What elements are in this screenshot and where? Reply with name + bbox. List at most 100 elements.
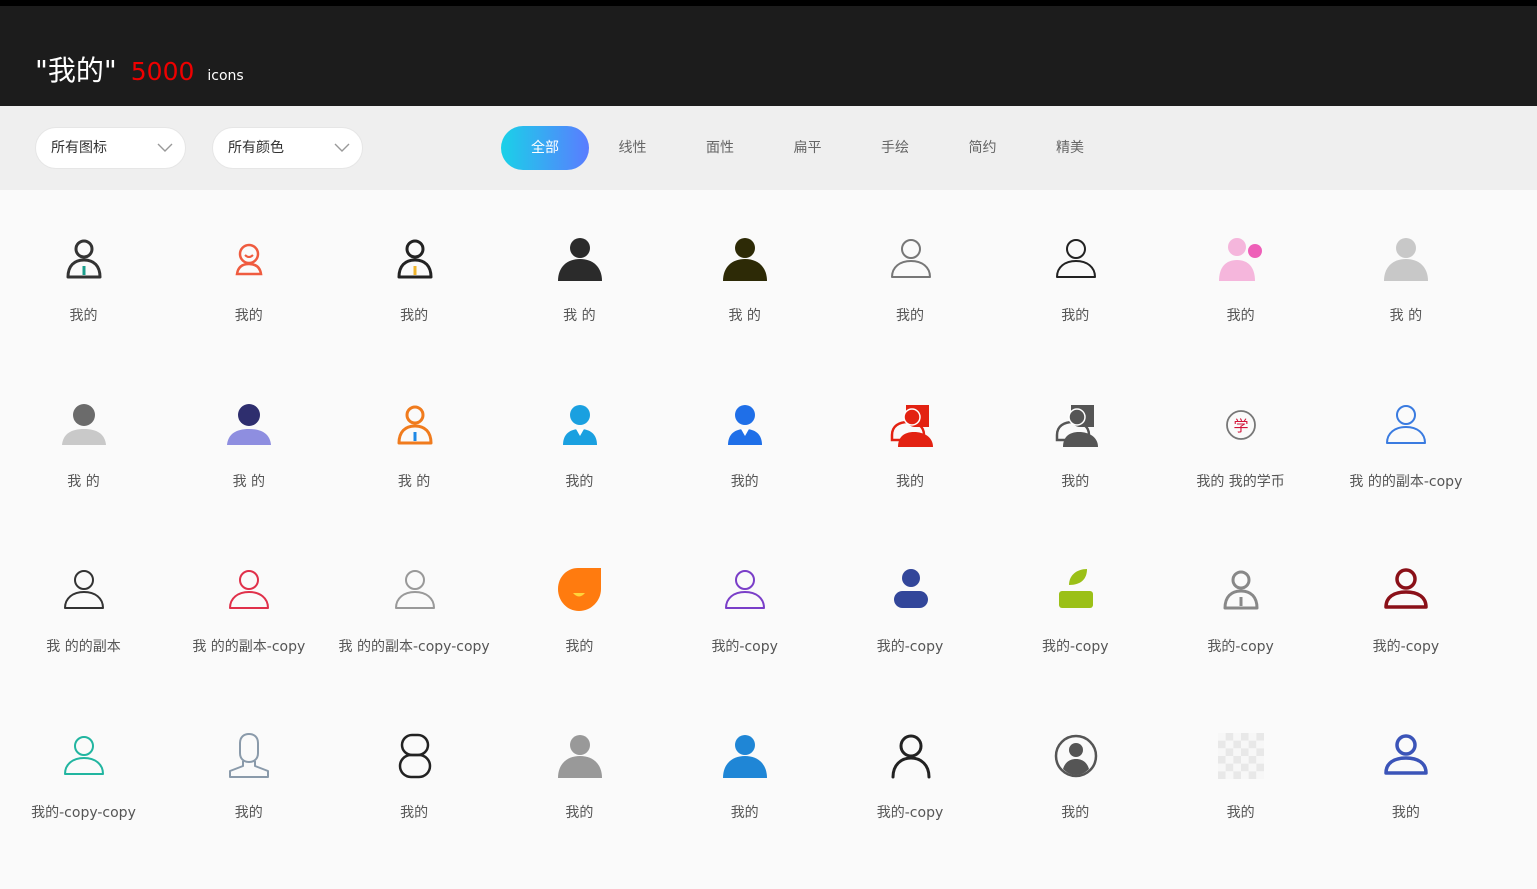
user-suit-icon — [557, 402, 603, 448]
user-outline-tie-icon — [392, 402, 438, 448]
icon-card[interactable]: 我的 — [166, 687, 331, 852]
chevron-down-icon — [334, 143, 350, 152]
icon-card-label: 我的-copy — [1042, 639, 1109, 655]
icon-card[interactable]: 我的 — [497, 356, 662, 521]
icon-card-label: 我 的 — [397, 473, 431, 490]
icon-card[interactable]: 我的 — [662, 356, 827, 521]
icon-card[interactable]: 我的 — [1323, 687, 1488, 852]
user-outline-tie-icon — [392, 236, 438, 282]
icon-card[interactable]: 我的-copy — [993, 521, 1158, 686]
icon-card-label: 我的 我的学币 — [1196, 473, 1285, 490]
tab-3[interactable]: 扁平 — [764, 126, 852, 170]
top-header: "我的" 5000 icons — [0, 0, 1537, 106]
user-thin-outline-icon — [1383, 402, 1429, 448]
icon-card[interactable]: 我的 — [332, 687, 497, 852]
search-query: "我的" — [35, 54, 117, 87]
icon-card[interactable]: 我的 — [497, 687, 662, 852]
user-outline-tie-icon — [1218, 567, 1264, 613]
icon-card[interactable]: 我的 — [828, 190, 993, 355]
icon-card[interactable]: 我的 — [828, 356, 993, 521]
user-solid-icon — [557, 733, 603, 779]
user-thin-outline-icon — [392, 567, 438, 613]
icon-card-label: 我的 — [565, 804, 594, 821]
icon-card-label: 我 的 — [67, 473, 100, 490]
icon-card[interactable]: 我 的 — [497, 190, 662, 355]
icon-card[interactable]: 我 的 — [1323, 190, 1488, 355]
result-count: 5000 — [130, 57, 195, 86]
tab-5[interactable]: 简约 — [939, 126, 1027, 170]
icon-card[interactable]: 我 的 — [332, 356, 497, 521]
icon-card[interactable]: 我的 — [1158, 190, 1323, 355]
icon-card-label: 我的 — [565, 473, 594, 490]
icon-card[interactable]: 我 的 — [166, 356, 331, 521]
chevron-down-icon — [157, 143, 173, 152]
icon-card[interactable]: 我的 — [993, 356, 1158, 521]
icon-card[interactable]: 我的 — [332, 190, 497, 355]
style-tabs: 全部 线性 面性 扁平 手绘 简约 精美 — [501, 126, 1114, 170]
user-solid-icon — [722, 236, 768, 282]
user-thin-outline-icon — [1053, 236, 1099, 282]
tab-6[interactable]: 精美 — [1026, 126, 1114, 170]
search-title: "我的" 5000 icons — [35, 49, 244, 89]
icon-card-label: 我 的的副本-copy — [1349, 473, 1463, 490]
icon-card[interactable]: 我的 — [1, 190, 166, 355]
icon-card-label: 我的 — [1061, 473, 1090, 490]
result-unit: icons — [207, 68, 244, 84]
icon-card[interactable]: 我的 — [166, 190, 331, 355]
users-duo-icon — [888, 402, 934, 448]
svg-text:学: 学 — [1234, 417, 1249, 435]
smile-blob-icon — [557, 567, 603, 613]
icon-card-label: 我 的 — [728, 308, 761, 324]
user-capsule-icon — [888, 567, 934, 613]
icon-card-label: 我的 — [69, 308, 98, 324]
tab-2[interactable]: 面性 — [676, 126, 764, 170]
user-thin-outline-icon — [722, 567, 768, 613]
icon-card[interactable]: 我 的 — [662, 190, 827, 355]
user-bust-outline-icon — [226, 732, 272, 779]
icon-card[interactable]: 我的-copy — [828, 687, 993, 852]
icon-card-label: 我的-copy — [1372, 639, 1440, 655]
user-solid-icon — [557, 236, 603, 282]
user-solid-two-tone-icon — [226, 402, 272, 448]
icon-card[interactable]: 我 的的副本-copy — [1323, 356, 1488, 521]
icon-type-select[interactable]: 所有图标 — [35, 127, 186, 169]
users-duo-icon — [1053, 402, 1099, 448]
icon-card-label: 我的 — [1061, 308, 1090, 324]
user-bold-outline-icon — [1383, 733, 1429, 779]
icon-card[interactable]: 学我的 我的学币 — [1158, 356, 1323, 521]
icon-card[interactable]: 我 的的副本-copy — [166, 521, 331, 686]
icon-card-label: 我 的 — [232, 473, 266, 490]
tab-1[interactable]: 线性 — [589, 126, 677, 170]
user-thin-outline-icon — [226, 567, 272, 613]
icon-card[interactable]: 我的 — [993, 687, 1158, 852]
icon-card[interactable]: 我的-copy-copy — [1, 687, 166, 852]
icon-card-label: 我的 — [1061, 804, 1090, 821]
icon-card[interactable]: 我的 — [1158, 687, 1323, 852]
icon-card[interactable]: 我的 — [497, 521, 662, 686]
icon-card[interactable]: 我的-copy — [1323, 521, 1488, 686]
color-select[interactable]: 所有颜色 — [212, 127, 363, 169]
icon-card-label: 我的 — [896, 308, 924, 324]
icon-card-label: 我的 — [1226, 308, 1255, 324]
user-bold-outline-icon — [1383, 567, 1429, 613]
icon-card-label: 我的 — [400, 308, 429, 324]
icon-card[interactable]: 我的-copy — [828, 521, 993, 686]
user-thin-outline-icon — [61, 733, 107, 779]
tab-4[interactable]: 手绘 — [851, 126, 939, 170]
icon-card[interactable]: 我 的 — [1, 356, 166, 521]
icon-card[interactable]: 我的 — [993, 190, 1158, 355]
icon-card-label: 我的 — [234, 804, 263, 821]
icon-card[interactable]: 我 的的副本 — [1, 521, 166, 686]
color-select-value: 所有颜色 — [228, 140, 284, 156]
icon-card[interactable]: 我的 — [662, 687, 827, 852]
icon-card-label: 我 的的副本-copy-copy — [338, 639, 490, 655]
icon-card-label: 我的 — [1226, 804, 1255, 821]
icon-card[interactable]: 我 的的副本-copy-copy — [332, 521, 497, 686]
tab-0[interactable]: 全部 — [501, 126, 589, 170]
icon-card-label: 我的-copy — [711, 639, 778, 655]
icon-card[interactable]: 我的-copy — [662, 521, 827, 686]
icon-card[interactable]: 我的-copy — [1158, 521, 1323, 686]
icon-card-label: 我的-copy — [876, 804, 944, 821]
filter-bar: 所有图标 所有颜色 全部 线性 面性 扁平 手绘 简约 精美 — [0, 106, 1537, 190]
icon-card-label: 我的-copy — [1207, 639, 1274, 655]
